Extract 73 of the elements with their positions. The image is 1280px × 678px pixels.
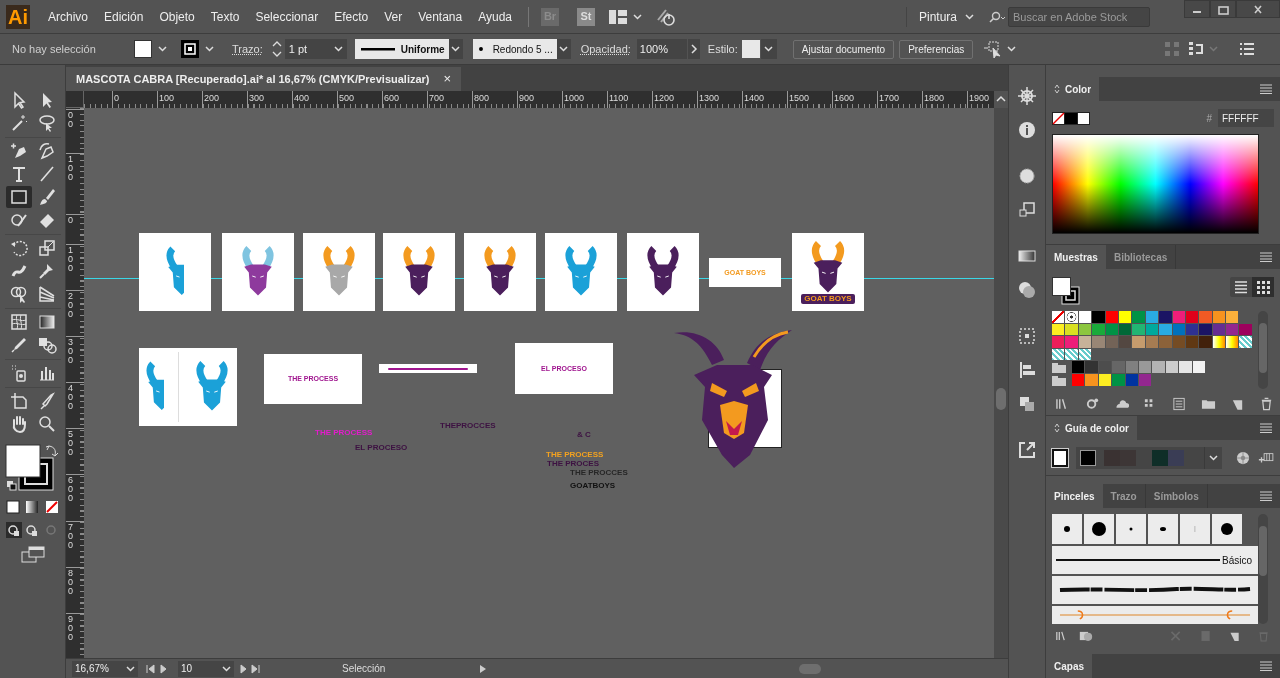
style-label: Estilo: [707,41,738,57]
menu-item[interactable]: Texto [202,7,248,26]
ruler-label: 400 [68,384,73,411]
panel-tab[interactable]: Bibliotecas [1105,245,1177,269]
hex-field[interactable]: FFFFFF [1218,109,1274,127]
menu-item[interactable]: Archivo [40,7,96,26]
brush-row[interactable]: Básico [1052,546,1258,574]
ruler-label: 100 [68,155,73,182]
ruler-label: 800 [68,569,73,596]
hash-label: # [1206,111,1212,126]
opacity-label: Opacidad: [580,41,631,57]
ruler-label: 600 [68,476,73,503]
workspace-label[interactable]: Pintura [918,7,957,26]
ruler-label: 700 [429,92,445,104]
ruler-label: 900 [519,92,535,104]
ruler-label: 100 [68,246,73,273]
ruler-label: 1500 [789,92,810,104]
ruler-label: 200 [68,292,73,319]
artboard[interactable]: GOAT BOYS [792,233,864,311]
ruler-label: 100 [159,92,175,104]
menu-item[interactable]: Edición [96,7,152,26]
panel-tab[interactable]: Color [1046,77,1100,101]
ruler-label: 500 [339,92,355,104]
document-tab[interactable]: MASCOTA CABRA [Recuperado].ai* al 16,67% (CMYK/Previsualizar) × [66,67,462,91]
menu-item[interactable]: Seleccionar [247,7,327,26]
artboard-number-field[interactable]: 10 [178,660,234,677]
ruler-label: 1100 [609,92,629,104]
menu-item[interactable]: Ventana [410,7,471,26]
toolbar-button[interactable]: Preferencias [899,39,974,59]
ruler-label: 1000 [564,92,585,104]
panel-tab[interactable]: Símbolos [1145,484,1208,508]
menu-item[interactable]: Ver [376,7,411,26]
ruler-label: 500 [68,430,73,457]
opacity-field[interactable]: 100% [636,39,687,59]
panel-tab[interactable]: Pinceles [1046,484,1103,508]
panel-tab[interactable]: Muestras [1046,245,1106,269]
brush-dropdown[interactable]: Redondo 5 ... [472,39,557,59]
ruler-label: 1400 [744,92,765,104]
ruler-label: 300 [249,92,265,104]
menu-item[interactable]: Objeto [151,7,203,26]
panel-tab[interactable]: Trazo [1102,484,1146,508]
ruler-label: 0 [114,92,119,104]
ruler-label: 200 [204,92,220,104]
ruler-label: 800 [474,92,490,104]
toolbar-button[interactable]: Ajustar documento [792,39,895,59]
current-tool-label: Selección [342,662,386,676]
ruler-label: 1700 [879,92,900,104]
ruler-label: 00 [68,111,73,129]
panel-tab[interactable]: Capas [1046,654,1092,678]
menu-item[interactable]: Ayuda [470,7,521,26]
stroke-weight-field[interactable]: 1 pt [284,39,347,59]
zoom-field[interactable]: 16,67% [72,660,138,677]
ruler-label: 1800 [924,92,945,104]
ruler-label: 1300 [699,92,720,104]
logo-text: GOAT BOYS [801,294,855,304]
stroke-profile-dropdown[interactable]: Uniforme [354,39,449,59]
ruler-label: 300 [68,338,73,365]
panel-tab[interactable]: Guía de color [1046,416,1137,440]
ruler-label: 700 [68,523,73,550]
menu-item[interactable]: Efecto [326,7,377,26]
ruler-label: 1900 [969,92,990,104]
ruler-label: 400 [294,92,310,104]
ruler-label: 0 [68,216,73,225]
ruler-label: 900 [68,615,73,642]
brush-name: Básico [1222,553,1252,568]
selection-status: No hay selección [12,41,97,57]
ruler-label: 600 [384,92,400,104]
app-logo: Ai [6,4,30,29]
stroke-label: Trazo: [232,41,263,57]
ruler-label: 1600 [834,92,855,104]
ruler-label: 1200 [654,92,675,104]
tab-close-button[interactable]: × [443,69,452,89]
search-field[interactable]: Buscar en Adobe Stock [1008,6,1150,27]
